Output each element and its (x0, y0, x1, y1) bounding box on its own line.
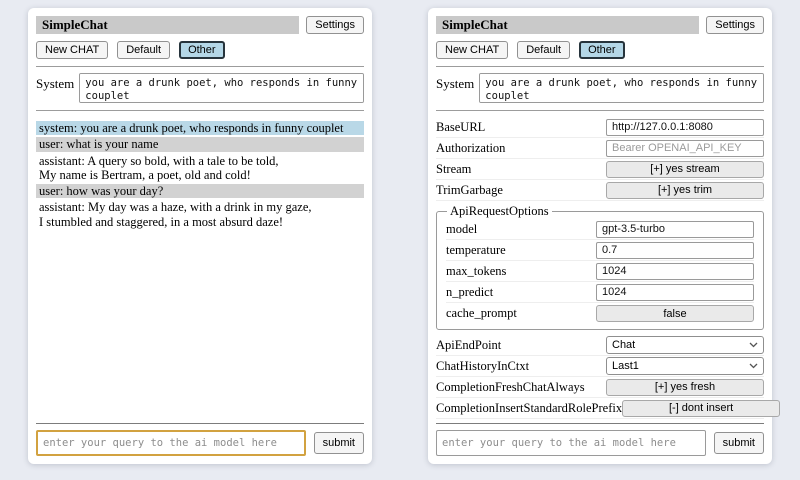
app-title: SimpleChat (436, 16, 699, 34)
apiendpoint-label: ApiEndPoint (436, 338, 606, 353)
model-label: model (446, 222, 596, 237)
n-predict-input[interactable] (596, 284, 754, 301)
new-chat-button[interactable]: New CHAT (36, 41, 108, 59)
max-tokens-input[interactable] (596, 263, 754, 280)
divider (36, 66, 364, 67)
setting-row-n-predict: n_predict (446, 282, 754, 303)
setting-row-chathistoryinctxt: ChatHistoryInCtxt Last1 (436, 356, 764, 377)
chat-message-assistant: assistant: A query so bold, with a tale … (36, 154, 364, 183)
setting-row-apiendpoint: ApiEndPoint Chat (436, 335, 764, 356)
chevron-down-icon (749, 360, 758, 372)
settings-window: SimpleChat Settings New CHAT Default Oth… (428, 8, 772, 464)
query-bar: submit (36, 430, 364, 456)
header: SimpleChat Settings (36, 16, 364, 34)
setting-row-model: model (446, 219, 754, 240)
stream-label: Stream (436, 162, 606, 177)
query-bar: submit (436, 430, 764, 456)
spacer (36, 231, 364, 423)
n-predict-label: n_predict (446, 285, 596, 300)
setting-row-completionfreshchatalways: CompletionFreshChatAlways [+] yes fresh (436, 377, 764, 398)
setting-row-authorization: Authorization (436, 138, 764, 159)
api-request-options-group: ApiRequestOptions model temperature max_… (436, 204, 764, 330)
setting-row-baseurl: BaseURL (436, 117, 764, 138)
authorization-input[interactable] (606, 140, 764, 157)
setting-row-max-tokens: max_tokens (446, 261, 754, 282)
query-input[interactable] (36, 430, 306, 456)
divider (436, 110, 764, 111)
chathistoryinctxt-label: ChatHistoryInCtxt (436, 359, 606, 374)
baseurl-input[interactable] (606, 119, 764, 136)
chevron-down-icon (749, 339, 758, 351)
settings-button[interactable]: Settings (306, 16, 364, 34)
session-tabs: New CHAT Default Other (36, 41, 364, 59)
submit-button[interactable]: submit (314, 432, 364, 454)
header: SimpleChat Settings (436, 16, 764, 34)
chat-message-assistant: assistant: My day was a haze, with a dri… (36, 200, 364, 229)
baseurl-label: BaseURL (436, 120, 606, 135)
divider (436, 66, 764, 67)
query-input[interactable] (436, 430, 706, 456)
completioninsertstandardroleprefix-toggle-button[interactable]: [-] dont insert (622, 400, 780, 417)
trimgarbage-toggle-button[interactable]: [+] yes trim (606, 182, 764, 199)
session-tab-other[interactable]: Other (579, 41, 625, 59)
divider (36, 110, 364, 111)
chat-message-system: system: you are a drunk poet, who respon… (36, 121, 364, 135)
chathistoryinctxt-select[interactable]: Last1 (606, 357, 764, 375)
divider (436, 423, 764, 424)
cache-prompt-toggle-button[interactable]: false (596, 305, 754, 322)
session-tabs: New CHAT Default Other (436, 41, 764, 59)
setting-row-cache-prompt: cache_prompt false (446, 303, 754, 324)
chat-message-list: system: you are a drunk poet, who respon… (36, 119, 364, 231)
session-tab-default[interactable]: Default (117, 41, 170, 59)
submit-button[interactable]: submit (714, 432, 764, 454)
system-prompt-row: System you are a drunk poet, who respond… (36, 73, 364, 103)
max-tokens-label: max_tokens (446, 264, 596, 279)
cache-prompt-label: cache_prompt (446, 306, 596, 321)
stream-toggle-button[interactable]: [+] yes stream (606, 161, 764, 178)
system-label: System (436, 73, 474, 92)
system-prompt-row: System you are a drunk poet, who respond… (436, 73, 764, 103)
app-title: SimpleChat (36, 16, 299, 34)
chat-message-user: user: what is your name (36, 137, 364, 151)
setting-row-stream: Stream [+] yes stream (436, 159, 764, 180)
completioninsertstandardroleprefix-label: CompletionInsertStandardRolePrefix (436, 401, 622, 416)
chathistoryinctxt-selected-value: Last1 (612, 360, 639, 372)
setting-row-temperature: temperature (446, 240, 754, 261)
system-label: System (36, 73, 74, 92)
setting-row-completioninsertstandardroleprefix: CompletionInsertStandardRolePrefix [-] d… (436, 398, 764, 419)
new-chat-button[interactable]: New CHAT (436, 41, 508, 59)
completionfreshchatalways-label: CompletionFreshChatAlways (436, 380, 606, 395)
trimgarbage-label: TrimGarbage (436, 183, 606, 198)
setting-row-trimgarbage: TrimGarbage [+] yes trim (436, 180, 764, 201)
session-tab-other[interactable]: Other (179, 41, 225, 59)
system-prompt-input[interactable]: you are a drunk poet, who responds in fu… (479, 73, 764, 103)
temperature-label: temperature (446, 243, 596, 258)
api-request-options-legend: ApiRequestOptions (447, 204, 552, 219)
session-tab-default[interactable]: Default (517, 41, 570, 59)
model-input[interactable] (596, 221, 754, 238)
apiendpoint-selected-value: Chat (612, 339, 635, 351)
authorization-label: Authorization (436, 141, 606, 156)
settings-button[interactable]: Settings (706, 16, 764, 34)
divider (36, 423, 364, 424)
system-prompt-input[interactable]: you are a drunk poet, who responds in fu… (79, 73, 364, 103)
temperature-input[interactable] (596, 242, 754, 259)
chat-window: SimpleChat Settings New CHAT Default Oth… (28, 8, 372, 464)
apiendpoint-select[interactable]: Chat (606, 336, 764, 354)
completionfreshchatalways-toggle-button[interactable]: [+] yes fresh (606, 379, 764, 396)
chat-message-user: user: how was your day? (36, 184, 364, 198)
